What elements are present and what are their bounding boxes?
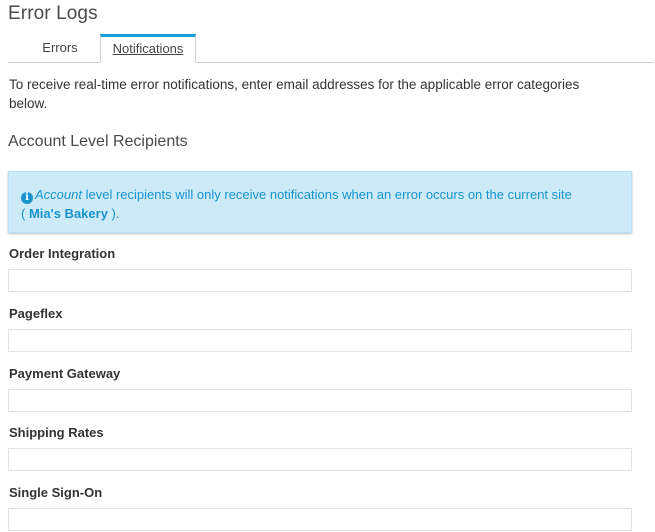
order-integration-label: Order Integration — [9, 246, 116, 261]
pageflex-input[interactable] — [8, 329, 632, 352]
info-alert: i Account level recipients will only rece… — [8, 171, 632, 233]
tab-errors[interactable]: Errors — [30, 34, 90, 61]
pageflex-label: Pageflex — [9, 306, 63, 321]
alert-site-name: Mia's Bakery — [28, 206, 108, 221]
info-circle-icon: i — [21, 192, 33, 204]
payment-gateway-input[interactable] — [8, 389, 632, 412]
alert-open-paren: ( — [21, 206, 29, 221]
tab-notifications[interactable]: Notifications — [100, 34, 196, 63]
alert-text: level recipients will only receive notif… — [81, 187, 572, 202]
intro-text: To receive real-time error notifications… — [9, 77, 580, 111]
order-integration-input[interactable] — [8, 269, 632, 292]
tab-notifications-label: Notifications — [112, 41, 184, 56]
shipping-rates-input[interactable] — [8, 448, 632, 471]
payment-gateway-label: Payment Gateway — [9, 366, 121, 381]
alert-emphasis: Account — [35, 187, 82, 202]
page-title: Error Logs — [8, 3, 98, 24]
shipping-rates-label: Shipping Rates — [9, 425, 104, 440]
single-sign-on-input[interactable] — [8, 508, 632, 531]
single-sign-on-label: Single Sign-On — [9, 485, 103, 500]
tab-bar: Errors Notifications — [8, 34, 654, 63]
section-heading: Account Level Recipients — [8, 133, 188, 150]
alert-close-paren: ). — [107, 206, 120, 221]
